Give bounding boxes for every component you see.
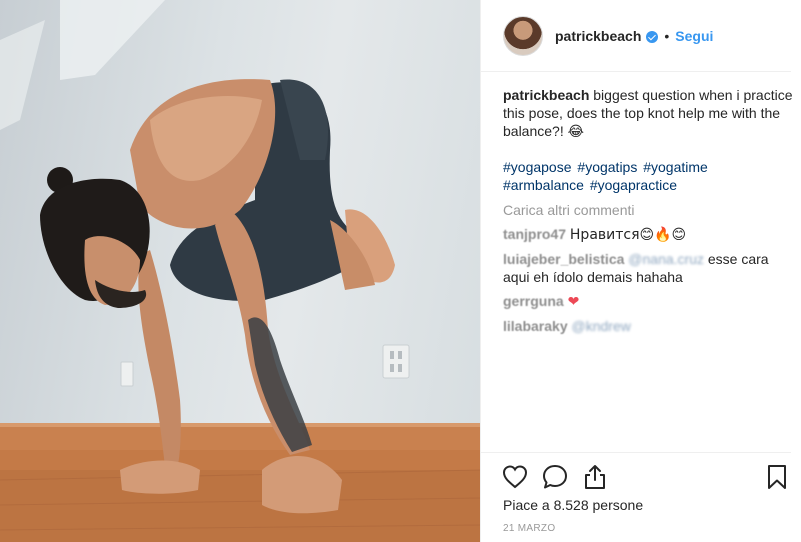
- comment-username[interactable]: lilabaraky: [503, 318, 568, 334]
- comment-text: ❤: [567, 294, 580, 310]
- comment-mention[interactable]: @kndrew: [572, 318, 631, 334]
- verified-badge-icon: [646, 30, 659, 43]
- comment-bubble-icon[interactable]: [541, 463, 569, 491]
- comment-item: luiajeber_belistica @nana.cruz esse cara…: [503, 250, 793, 286]
- comment-username[interactable]: luiajeber_belistica: [503, 251, 624, 267]
- bookmark-icon[interactable]: [763, 463, 791, 491]
- action-bar: Piace a 8.528 persone 21 MARZO: [481, 452, 791, 542]
- action-icons: [501, 463, 793, 491]
- heart-outline-icon[interactable]: [501, 463, 529, 491]
- hashtag-link[interactable]: #yogatips: [577, 159, 637, 175]
- follow-button[interactable]: Segui: [675, 28, 713, 44]
- avatar[interactable]: [503, 15, 543, 56]
- hashtag-link[interactable]: #yogapose: [503, 159, 572, 175]
- mention-handle: @nana.cruz: [628, 251, 704, 267]
- comment-text: Нравится😊🔥😊: [569, 227, 687, 243]
- comment-item: lilabaraky @kndrew: [503, 317, 793, 335]
- likes-count[interactable]: Piace a 8.528 persone: [503, 497, 643, 513]
- comments-section: patrickbeach biggest question when i pra…: [503, 86, 793, 335]
- comment-item: tanjpro47 Нравится😊🔥😊: [503, 225, 793, 244]
- share-upload-icon[interactable]: [581, 463, 609, 491]
- yoga-pose-image: [0, 0, 480, 542]
- comment-item: gerrguna ❤: [503, 292, 793, 311]
- hashtag-link[interactable]: #yogatime: [643, 159, 708, 175]
- header-separator: •: [664, 27, 670, 44]
- hashtag-link[interactable]: #armbalance: [503, 177, 584, 193]
- comment-username[interactable]: tanjpro47: [503, 226, 566, 242]
- load-more-comments-button[interactable]: Carica altri commenti: [503, 201, 793, 219]
- comment-mention[interactable]: @nana.cruz: [628, 251, 704, 267]
- caption-username[interactable]: patrickbeach: [503, 87, 589, 103]
- hashtag-list: #yogapose #yogatips #yogatime #armbalanc…: [503, 158, 793, 194]
- hashtag-link[interactable]: #yogapractice: [590, 177, 677, 193]
- post-details-panel: patrickbeach • Segui patrickbeach bigges…: [480, 0, 801, 542]
- post-header: patrickbeach • Segui: [481, 0, 791, 72]
- header-username[interactable]: patrickbeach: [555, 28, 641, 44]
- post-caption: patrickbeach biggest question when i pra…: [503, 86, 793, 140]
- post-date: 21 MARZO: [503, 523, 556, 534]
- mention-handle: @kndrew: [571, 318, 631, 334]
- comment-username[interactable]: gerrguna: [503, 293, 564, 309]
- post-photo[interactable]: [0, 0, 480, 542]
